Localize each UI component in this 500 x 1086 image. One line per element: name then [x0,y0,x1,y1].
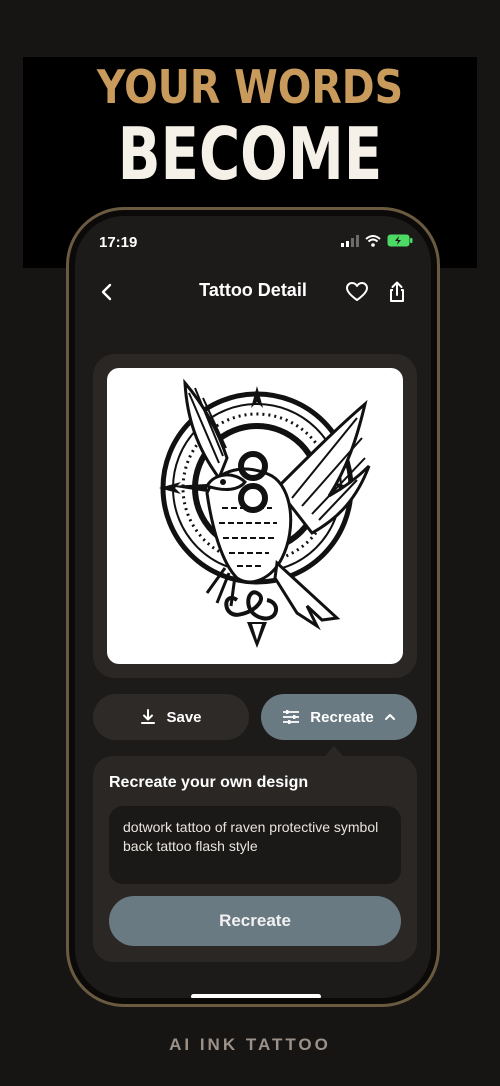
battery-charging-icon [387,234,413,247]
promo-headline-top: YOUR WORDS [96,60,404,114]
app-screen: 17:19 Tattoo Detail Save Recreate Recrea… [75,216,431,998]
signal-icon [341,234,359,247]
phone-frame: 17:19 Tattoo Detail Save Recreate Recrea… [66,207,440,1007]
wifi-icon [365,234,381,247]
status-time: 17:19 [99,234,138,251]
raven-tattoo-artwork [159,378,371,648]
artwork-card [93,354,417,678]
save-button[interactable]: Save [93,694,249,740]
recreate-toggle-button[interactable]: Recreate [261,694,417,740]
chevron-up-icon [384,714,395,720]
footer-brand: AI INK TATTOO [169,1035,331,1054]
recreate-panel-title: Recreate your own design [109,774,309,791]
recreate-toggle-label: Recreate [310,708,374,726]
home-indicator [191,994,321,998]
artwork-image[interactable] [107,368,403,664]
share-icon[interactable] [385,280,409,304]
status-icons [341,234,413,247]
page-title: Tattoo Detail [199,280,307,300]
panel-pointer [325,746,343,756]
prompt-input[interactable]: dotwork tattoo of raven protective symbo… [109,806,401,884]
heart-icon[interactable] [345,280,369,304]
save-button-label: Save [166,708,202,726]
recreate-panel: Recreate your own design dotwork tattoo … [93,756,417,962]
sliders-icon [283,710,300,724]
recreate-submit-button[interactable]: Recreate [109,896,401,946]
download-icon [141,709,156,724]
